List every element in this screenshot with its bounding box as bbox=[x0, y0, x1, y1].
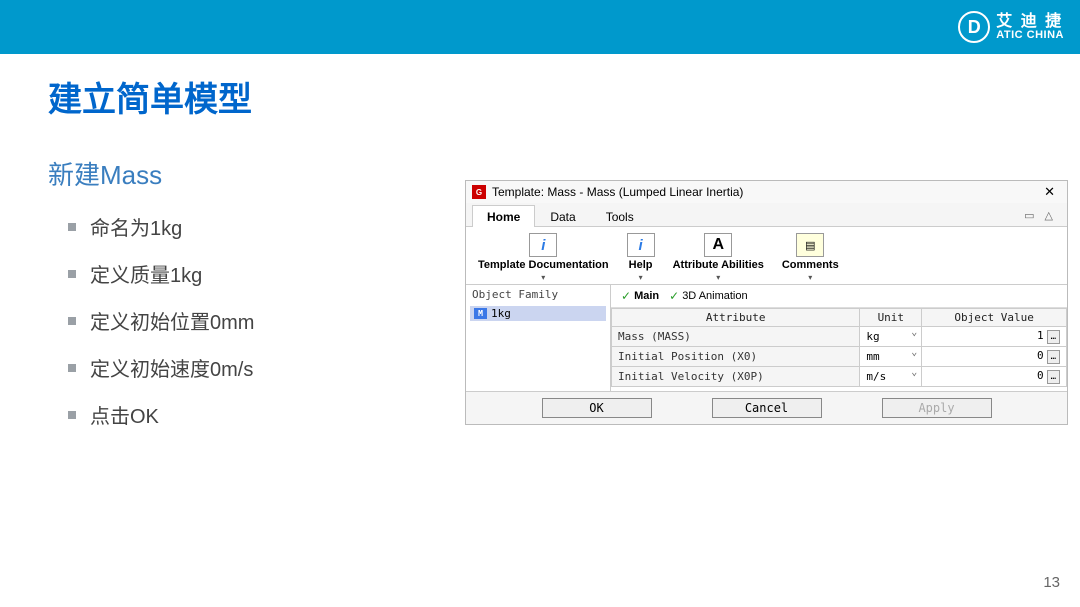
ribbon-doc[interactable]: i Template Documentation ▾ bbox=[478, 233, 609, 282]
template-dialog: G Template: Mass - Mass (Lumped Linear I… bbox=[465, 180, 1068, 425]
unit-select[interactable]: mm bbox=[860, 347, 922, 367]
tab-data[interactable]: Data bbox=[535, 205, 590, 227]
more-icon[interactable]: … bbox=[1047, 370, 1060, 384]
page-number: 13 bbox=[1043, 574, 1060, 591]
more-icon[interactable]: … bbox=[1047, 330, 1060, 344]
tab-tools[interactable]: Tools bbox=[591, 205, 649, 227]
table-row: Initial Position (X0) mm 0… bbox=[612, 347, 1067, 367]
header-bar: D 艾 迪 捷 ATIC CHINA bbox=[0, 0, 1080, 54]
letter-a-icon: A bbox=[704, 233, 732, 257]
apply-button[interactable]: Apply bbox=[882, 398, 992, 418]
ribbon-tabs: Home Data Tools ▭ △ bbox=[466, 203, 1067, 227]
slide-title: 建立简单模型 bbox=[48, 72, 1080, 121]
check-icon: ✓ bbox=[669, 289, 679, 303]
logo-mark-icon: D bbox=[958, 11, 990, 43]
collapse-ribbon-icon[interactable]: △ bbox=[1045, 209, 1053, 222]
brand-name-en: ATIC CHINA bbox=[996, 30, 1064, 41]
close-icon[interactable]: ✕ bbox=[1038, 184, 1061, 200]
subtab-3d-animation[interactable]: ✓3D Animation bbox=[669, 289, 748, 303]
check-icon: ✓ bbox=[621, 289, 631, 303]
more-icon[interactable]: … bbox=[1047, 350, 1060, 364]
app-icon: G bbox=[472, 185, 486, 199]
col-value: Object Value bbox=[922, 309, 1067, 327]
col-attribute: Attribute bbox=[612, 309, 860, 327]
tree-item-mass[interactable]: M 1kg bbox=[470, 306, 606, 321]
table-row: Initial Velocity (X0P) m/s 0… bbox=[612, 367, 1067, 387]
ok-button[interactable]: OK bbox=[542, 398, 652, 418]
window-control-icon[interactable]: ▭ bbox=[1024, 209, 1034, 222]
value-input[interactable]: 0… bbox=[922, 347, 1067, 367]
ribbon-attr-abilities[interactable]: A Attribute Abilities ▾ bbox=[673, 233, 764, 282]
ribbon: i Template Documentation ▾ i Help ▾ A At… bbox=[466, 227, 1067, 285]
object-tree: Object Family M 1kg bbox=[466, 285, 611, 391]
ribbon-comments[interactable]: ▤ Comments ▾ bbox=[782, 233, 839, 282]
brand-logo: D 艾 迪 捷 ATIC CHINA bbox=[958, 11, 1064, 43]
notes-icon: ▤ bbox=[796, 233, 824, 257]
brand-name-cn: 艾 迪 捷 bbox=[996, 14, 1064, 30]
table-row: Mass (MASS) kg 1… bbox=[612, 327, 1067, 347]
chevron-down-icon: ▾ bbox=[541, 273, 545, 282]
cancel-button[interactable]: Cancel bbox=[712, 398, 822, 418]
unit-select[interactable]: m/s bbox=[860, 367, 922, 387]
chevron-down-icon: ▾ bbox=[716, 273, 720, 282]
chevron-down-icon: ▾ bbox=[639, 273, 643, 282]
value-input[interactable]: 0… bbox=[922, 367, 1067, 387]
tab-home[interactable]: Home bbox=[472, 205, 535, 227]
info-icon: i bbox=[627, 233, 655, 257]
info-icon: i bbox=[529, 233, 557, 257]
mass-icon: M bbox=[474, 308, 487, 319]
ribbon-help[interactable]: i Help ▾ bbox=[627, 233, 655, 282]
dialog-title: Template: Mass - Mass (Lumped Linear Ine… bbox=[492, 185, 743, 199]
attribute-table: Attribute Unit Object Value Mass (MASS) … bbox=[611, 308, 1067, 387]
tree-header: Object Family bbox=[466, 285, 610, 304]
unit-select[interactable]: kg bbox=[860, 327, 922, 347]
value-input[interactable]: 1… bbox=[922, 327, 1067, 347]
col-unit: Unit bbox=[860, 309, 922, 327]
dialog-titlebar: G Template: Mass - Mass (Lumped Linear I… bbox=[466, 181, 1067, 203]
subtab-main[interactable]: ✓Main bbox=[621, 289, 659, 303]
chevron-down-icon: ▾ bbox=[808, 273, 812, 282]
